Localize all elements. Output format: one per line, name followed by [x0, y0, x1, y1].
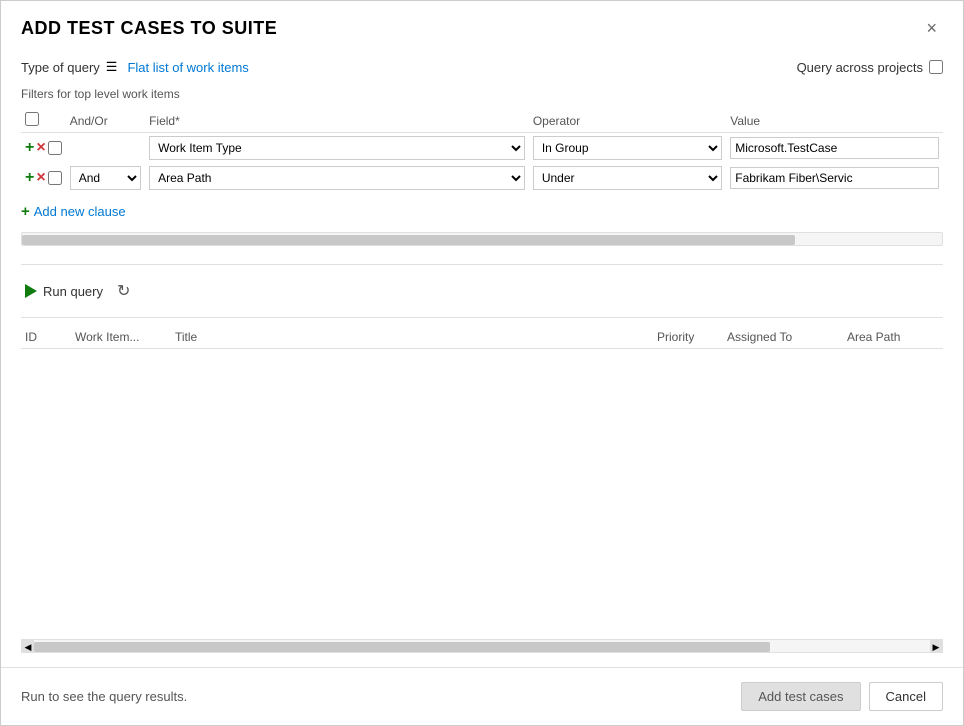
row2-delete-button[interactable]: × [36, 170, 45, 186]
footer-status: Run to see the query results. [21, 689, 187, 704]
row1-andor [66, 133, 145, 164]
row2-operator: = <> Under Not Under [529, 163, 726, 193]
dialog-body: Type of query ☰ Flat list of work items … [1, 49, 963, 667]
cancel-button[interactable]: Cancel [869, 682, 943, 711]
divider-2 [21, 317, 943, 318]
header-andor: And/Or [66, 109, 145, 133]
filter-row-2: + × And Or Work Item Type [21, 163, 943, 193]
dialog-footer: Run to see the query results. Add test c… [1, 667, 963, 725]
results-header-priority: Priority [653, 330, 723, 344]
query-across-checkbox[interactable] [929, 60, 943, 74]
run-query-label: Run query [43, 284, 103, 299]
filter-table: And/Or Field* Operator Value + × [21, 109, 943, 193]
filter-row-1: + × Work Item Type Area Path Iteration P… [21, 133, 943, 164]
results-header-area: Area Path [843, 330, 943, 344]
add-clause-row: + Add new clause [21, 201, 943, 222]
row2-value-input[interactable] [730, 167, 939, 189]
dialog-header: ADD TEST CASES TO SUITE × [1, 1, 963, 49]
add-clause-button[interactable]: + Add new clause [21, 201, 126, 222]
run-icon [25, 284, 37, 298]
query-type-row: Type of query ☰ Flat list of work items … [21, 59, 943, 75]
header-field: Field* [145, 109, 529, 133]
results-header-title: Title [171, 330, 653, 344]
row1-value [726, 133, 943, 164]
query-across-right: Query across projects [797, 60, 943, 75]
results-empty-area [21, 349, 943, 635]
bottom-scrollbar-left-arrow[interactable]: ◀ [22, 640, 34, 653]
divider-1 [21, 264, 943, 265]
dialog-title: ADD TEST CASES TO SUITE [21, 18, 277, 39]
row2-checkbox[interactable] [48, 171, 62, 185]
top-scrollbar[interactable] [21, 232, 943, 246]
row2-andor-select[interactable]: And Or [70, 166, 141, 190]
filters-label: Filters for top level work items [21, 87, 943, 101]
bottom-scrollbar[interactable]: ◀ ▶ [21, 639, 943, 653]
header-checkbox[interactable] [25, 112, 39, 126]
query-type-label: Type of query [21, 60, 100, 75]
header-operator: Operator [529, 109, 726, 133]
row1-checkbox[interactable] [48, 141, 62, 155]
row1-field-select[interactable]: Work Item Type Area Path Iteration Path … [149, 136, 525, 160]
row1-actions: + × [21, 133, 66, 164]
row2-value [726, 163, 943, 193]
row1-operator-select[interactable]: = <> In Group Not In Group In Not In [533, 136, 722, 160]
row1-delete-button[interactable]: × [36, 140, 45, 156]
row1-operator: = <> In Group Not In Group In Not In [529, 133, 726, 164]
header-value: Value [726, 109, 943, 133]
results-header-assigned: Assigned To [723, 330, 843, 344]
close-button[interactable]: × [920, 17, 943, 39]
query-type-left: Type of query ☰ Flat list of work items [21, 59, 249, 75]
run-query-row: Run query ↻ [21, 273, 943, 309]
footer-buttons: Add test cases Cancel [741, 682, 943, 711]
row2-andor: And Or [66, 163, 145, 193]
refresh-button[interactable]: ↻ [117, 281, 130, 301]
query-type-value[interactable]: Flat list of work items [127, 60, 248, 75]
row1-field: Work Item Type Area Path Iteration Path … [145, 133, 529, 164]
row2-add-button[interactable]: + [25, 170, 34, 186]
add-clause-label: Add new clause [34, 204, 126, 219]
run-query-button[interactable]: Run query [21, 282, 107, 301]
top-scrollbar-thumb [22, 235, 795, 245]
header-actions [21, 109, 66, 133]
row1-value-input[interactable] [730, 137, 939, 159]
bottom-scrollbar-thumb [34, 642, 770, 652]
results-header-id: ID [21, 330, 71, 344]
add-test-cases-button[interactable]: Add test cases [741, 682, 860, 711]
add-clause-plus-icon: + [21, 203, 30, 220]
list-icon: ☰ [106, 59, 118, 75]
row2-actions: + × [21, 163, 66, 193]
row1-add-button[interactable]: + [25, 140, 34, 156]
row2-field-select[interactable]: Work Item Type Area Path Iteration Path … [149, 166, 525, 190]
query-across-label: Query across projects [797, 60, 923, 75]
results-table-header: ID Work Item... Title Priority Assigned … [21, 326, 943, 349]
add-test-cases-dialog: ADD TEST CASES TO SUITE × Type of query … [0, 0, 964, 726]
row2-field: Work Item Type Area Path Iteration Path … [145, 163, 529, 193]
bottom-scrollbar-right-arrow[interactable]: ▶ [930, 640, 942, 653]
results-header-type: Work Item... [71, 330, 171, 344]
row2-operator-select[interactable]: = <> Under Not Under [533, 166, 722, 190]
